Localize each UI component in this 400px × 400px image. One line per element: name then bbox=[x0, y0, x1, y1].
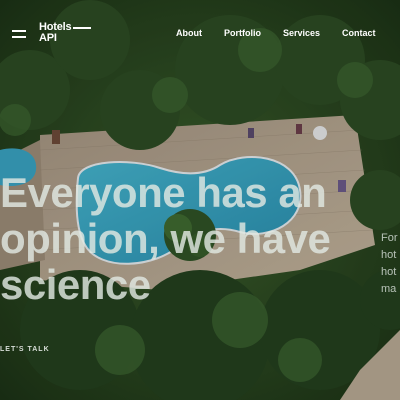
hero-side-text-line: hot bbox=[381, 249, 397, 261]
hamburger-icon-bar-top bbox=[12, 30, 26, 32]
nav-link-services[interactable]: Services bbox=[283, 28, 320, 38]
main-nav: About Portfolio Services Contact bbox=[176, 28, 376, 38]
nav-link-contact[interactable]: Contact bbox=[342, 28, 376, 38]
nav-link-portfolio[interactable]: Portfolio bbox=[224, 28, 261, 38]
brand-logo-line2: API bbox=[39, 32, 57, 44]
brand-logo-dash bbox=[73, 26, 92, 29]
hero-headline-line: science bbox=[0, 261, 151, 308]
brand-logo[interactable]: Hotels API bbox=[39, 22, 92, 44]
menu-toggle-button[interactable] bbox=[12, 30, 26, 38]
hero-side-text: For hot hot ma bbox=[381, 230, 398, 298]
nav-link-about[interactable]: About bbox=[176, 28, 202, 38]
hero-headline-line: opinion, we have bbox=[0, 215, 331, 262]
hamburger-icon-bar-bottom bbox=[12, 36, 26, 38]
hero-side-text-line: For bbox=[381, 232, 398, 244]
hero-headline-line: Everyone has an bbox=[0, 169, 327, 216]
hero-section: Hotels API About Portfolio Services Cont… bbox=[0, 0, 400, 400]
hero-side-text-line: hot bbox=[381, 266, 397, 278]
hero-headline: Everyone has an opinion, we have science bbox=[0, 170, 370, 308]
lets-talk-link[interactable]: LET'S TALK bbox=[0, 346, 50, 353]
hero-side-text-line: ma bbox=[381, 283, 397, 295]
